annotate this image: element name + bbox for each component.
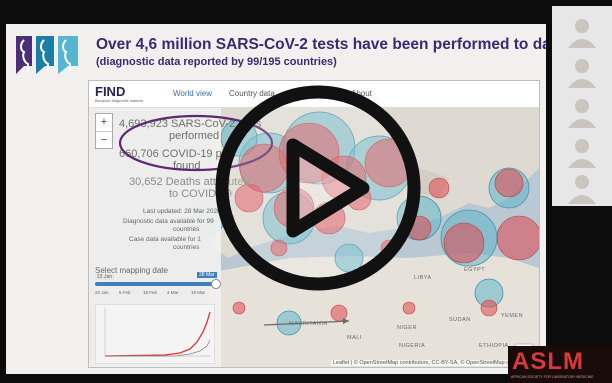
participant-avatar-icon (568, 175, 596, 204)
date-slider-fill (95, 282, 215, 286)
slide-title: Over 4,6 million SARS-CoV-2 tests have b… (96, 36, 546, 53)
map-label-yemen: YEMEN (501, 313, 524, 319)
aslm-logo: ASLM AFRICAN SOCIETY FOR LABORATORY MEDI… (508, 346, 612, 383)
aslm-logo-subtitle: AFRICAN SOCIETY FOR LABORATORY MEDICINE (511, 375, 594, 379)
find-logo-tagline: Because diagnosis matters (95, 98, 144, 103)
participant-avatar-icon (568, 59, 596, 88)
mini-trend-chart (95, 304, 215, 364)
slider-tick-3: 19 Feb (143, 290, 158, 295)
aslm-logo-text: ASLM (512, 348, 584, 375)
find-logo: FIND (95, 84, 126, 99)
slider-tick-2: 5 Feb (119, 290, 131, 295)
zoom-out-button[interactable]: − (96, 132, 112, 149)
map-label-mauritania: MAURITANIA (289, 321, 328, 327)
participant-webcam-strip (552, 6, 612, 206)
slider-tick-1: 22 Jan (95, 290, 109, 295)
map-label-egypt: EGYPT (464, 267, 486, 273)
map-zoom-control: + − (95, 113, 113, 149)
case-availability-line1: Case data available for 1 (129, 236, 201, 243)
play-button[interactable] (213, 83, 423, 293)
slider-tick-4: 4 Mar (167, 290, 179, 295)
slider-tick-5: 18 Mar (191, 290, 206, 295)
slide-subtitle: (diagnostic data reported by 99/195 coun… (96, 56, 337, 68)
diagnostic-availability-line2: countries (173, 226, 200, 233)
nav-world-view[interactable]: World view (173, 89, 212, 98)
participant-avatar-icon (568, 139, 596, 168)
last-updated: Last updated: 28 Mar 2020 (143, 208, 221, 215)
map-label-nigeria: NIGERIA (399, 343, 426, 349)
map-label-niger: NIGER (397, 325, 417, 331)
map-label-sudan: SUDAN (449, 317, 471, 323)
diagnostic-availability-line1: Diagnostic data available for 99 (123, 218, 214, 225)
zoom-in-button[interactable]: + (96, 114, 112, 132)
participant-avatar-icon (568, 99, 596, 128)
slider-start-label: 22 Jan (95, 274, 115, 280)
map-attribution[interactable]: Leaflet | © OpenStreetMap contributors, … (330, 360, 537, 366)
faces-logo-icon (16, 36, 78, 74)
map-label-mali: MALI (347, 335, 362, 341)
map-label-ethiopia: ETHIOPIA (479, 343, 509, 349)
participant-avatar-icon (568, 19, 596, 48)
case-availability-line2: countries (173, 244, 200, 251)
